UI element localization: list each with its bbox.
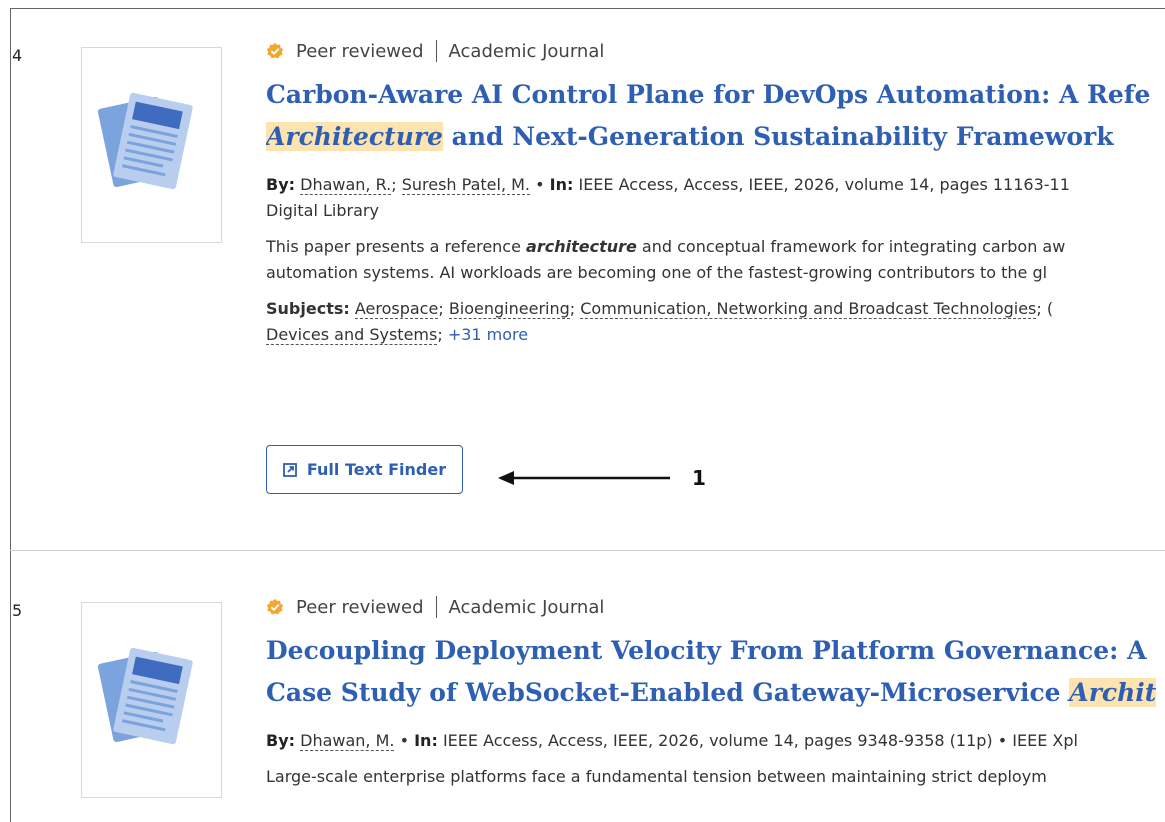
subjects-cont: Devices and Systems; +31 more — [266, 325, 529, 345]
result-number: 5 — [12, 601, 23, 620]
annotation-label: 1 — [692, 466, 706, 490]
title-line: Decoupling Deployment Velocity From Plat… — [266, 636, 1147, 665]
title-highlight: Archit — [1069, 678, 1157, 707]
full-text-finder-button[interactable]: Full Text Finder — [266, 445, 463, 494]
peer-reviewed-label: Peer reviewed — [296, 40, 424, 62]
result-title-link[interactable]: Carbon-Aware AI Control Plane for DevOps… — [266, 74, 1165, 158]
subject-link[interactable]: Communication, Networking and Broadcast … — [580, 299, 1037, 319]
source-text-cont: Digital Library — [266, 201, 379, 220]
result-divider — [10, 550, 1165, 551]
subject-link[interactable]: Devices and Systems — [266, 325, 438, 345]
title-line: Architecture and Next-Generation Sustain… — [266, 116, 1165, 158]
title-highlight: Architecture — [266, 122, 443, 151]
by-label: By: — [266, 731, 296, 750]
document-icon — [97, 647, 193, 745]
abstract-text: and conceptual framework for integrating… — [636, 237, 1066, 256]
document-thumbnail[interactable] — [81, 47, 222, 243]
author-link[interactable]: Dhawan, M. — [300, 731, 395, 751]
in-label: In: — [414, 731, 438, 750]
in-label: In: — [549, 175, 574, 194]
verified-badge-icon — [266, 598, 284, 615]
meta-separator — [435, 596, 437, 618]
subject-link[interactable]: Bioengineering — [448, 299, 570, 319]
publication-type: Academic Journal — [448, 596, 605, 618]
title-text: and Next-Generation Sustainability Frame… — [442, 122, 1114, 151]
meta-separator — [435, 40, 437, 62]
full-text-finder-label: Full Text Finder — [306, 460, 447, 479]
abstract-text: This paper presents a reference — [266, 237, 527, 256]
frame-left-border — [10, 8, 11, 822]
result-number: 4 — [12, 46, 23, 65]
frame-top-border — [10, 8, 1165, 9]
abstract: This paper presents a reference architec… — [266, 234, 1165, 260]
annotation-arrow — [498, 471, 670, 485]
title-line: Case Study of WebSocket-Enabled Gateway-… — [266, 672, 1165, 714]
by-label: By: — [266, 175, 296, 194]
subject-link[interactable]: Aerospace — [354, 299, 439, 319]
result-meta: Peer reviewed Academic Journal — [266, 38, 1165, 64]
publication-type: Academic Journal — [448, 40, 605, 62]
result-title-link[interactable]: Decoupling Deployment Velocity From Plat… — [266, 630, 1165, 714]
author-link[interactable]: Dhawan, R. — [300, 175, 392, 195]
peer-reviewed-label: Peer reviewed — [296, 596, 424, 618]
subjects: Subjects: Aerospace; Bioengineering; Com… — [266, 299, 1054, 319]
result-meta: Peer reviewed Academic Journal — [266, 594, 1165, 620]
abstract-highlight: architecture — [526, 237, 637, 256]
document-thumbnail[interactable] — [81, 602, 222, 798]
byline: By: Dhawan, M. • In: IEEE Access, Access… — [266, 731, 1078, 751]
external-link-icon — [282, 462, 297, 477]
source-text: IEEE Access, Access, IEEE, 2026, volume … — [578, 175, 1070, 194]
abstract-line: automation systems. AI workloads are bec… — [266, 263, 1048, 282]
result-content: Peer reviewed Academic Journal Carbon-Aw… — [266, 38, 1165, 348]
byline: By: Dhawan, R.; Suresh Patel, M. • In: I… — [266, 175, 1070, 195]
subjects-more-link[interactable]: +31 more — [448, 325, 528, 344]
document-icon — [97, 92, 193, 190]
verified-badge-icon — [266, 42, 284, 59]
subjects-label: Subjects: — [266, 299, 350, 318]
title-text: Case Study of WebSocket-Enabled Gateway-… — [266, 678, 1070, 707]
abstract-line: Large-scale enterprise platforms face a … — [266, 767, 1047, 786]
title-line: Carbon-Aware AI Control Plane for DevOps… — [266, 80, 1151, 109]
author-link[interactable]: Suresh Patel, M. — [401, 175, 531, 195]
result-content: Peer reviewed Academic Journal Decouplin… — [266, 594, 1165, 790]
source-text: IEEE Access, Access, IEEE, 2026, volume … — [442, 731, 1078, 750]
